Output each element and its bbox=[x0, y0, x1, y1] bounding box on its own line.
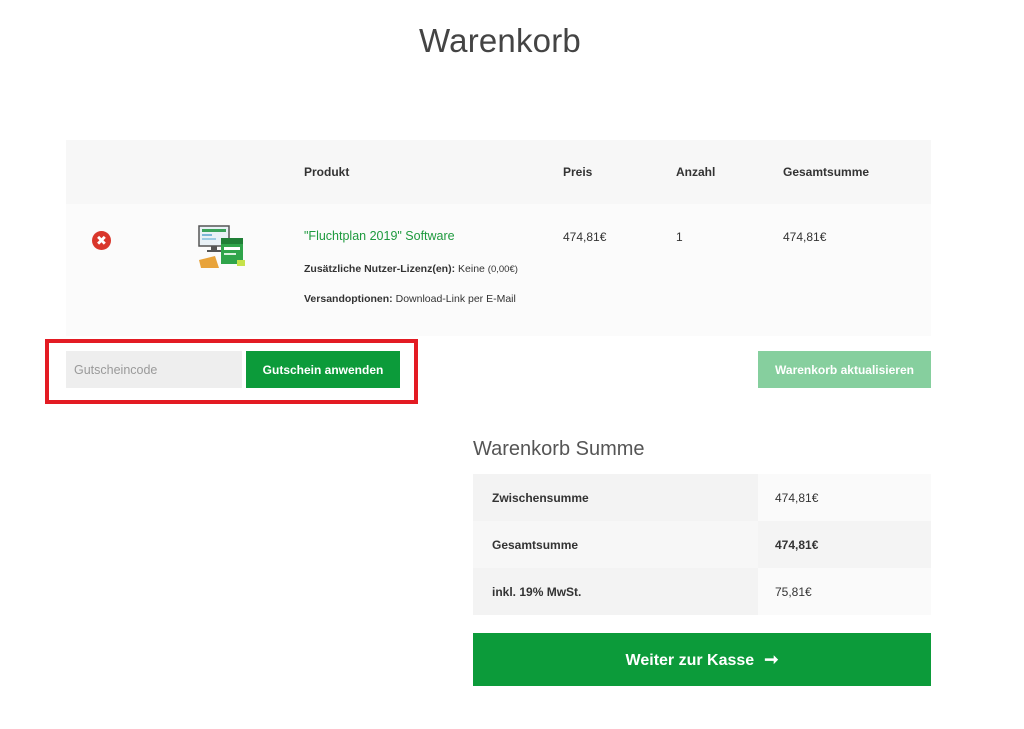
header-quantity: Anzahl bbox=[676, 165, 716, 179]
cart-totals-title: Warenkorb Summe bbox=[473, 438, 645, 460]
header-total: Gesamtsumme bbox=[783, 165, 870, 179]
shipping-label: Versandoptionen: bbox=[304, 293, 393, 305]
page-title: Warenkorb bbox=[419, 22, 581, 59]
arrow-right-icon: ➞ bbox=[764, 649, 779, 669]
product-thumbnail[interactable] bbox=[197, 224, 247, 270]
header-product: Produkt bbox=[304, 165, 350, 179]
subtotal-label: Zwischensumme bbox=[473, 474, 758, 521]
tax-row: inkl. 19% MwSt. 75,81€ bbox=[473, 568, 931, 615]
total-label: Gesamtsumme bbox=[473, 521, 758, 568]
license-option: Zusätzliche Nutzer-Lizenz(en): Keine (0,… bbox=[304, 263, 518, 275]
item-quantity[interactable]: 1 bbox=[676, 230, 683, 244]
license-value: Keine bbox=[458, 263, 485, 275]
item-total: 474,81€ bbox=[783, 230, 827, 244]
apply-coupon-button[interactable]: Gutschein anwenden bbox=[246, 351, 400, 388]
license-label: Zusätzliche Nutzer-Lizenz(en): bbox=[304, 263, 456, 275]
cart-table-header: Produkt Preis Anzahl Gesamtsumme bbox=[66, 140, 931, 204]
coupon-code-input[interactable] bbox=[66, 351, 242, 388]
update-cart-button[interactable]: Warenkorb aktualisieren bbox=[758, 351, 931, 388]
remove-item-icon[interactable]: ✖ bbox=[92, 231, 111, 250]
cart-totals-table: Zwischensumme 474,81€ Gesamtsumme 474,81… bbox=[473, 474, 931, 615]
total-value: 474,81€ bbox=[758, 521, 931, 568]
table-row: ✖ "Fluchtplan 2019" Software Zusätzliche… bbox=[66, 204, 931, 336]
shipping-value: Download-Link per E-Mail bbox=[395, 293, 516, 305]
product-name-link[interactable]: "Fluchtplan 2019" Software bbox=[304, 229, 455, 243]
tax-value: 75,81€ bbox=[758, 568, 931, 615]
header-price: Preis bbox=[563, 165, 593, 179]
subtotal-row: Zwischensumme 474,81€ bbox=[473, 474, 931, 521]
total-row: Gesamtsumme 474,81€ bbox=[473, 521, 931, 568]
tax-label: inkl. 19% MwSt. bbox=[473, 568, 758, 615]
checkout-label: Weiter zur Kasse bbox=[625, 651, 755, 669]
license-price: (0,00€) bbox=[487, 264, 518, 275]
subtotal-value: 474,81€ bbox=[758, 474, 931, 521]
item-price: 474,81€ bbox=[563, 230, 607, 244]
cart-table: Produkt Preis Anzahl Gesamtsumme ✖ "Fluc… bbox=[66, 140, 931, 336]
proceed-to-checkout-button[interactable]: Weiter zur Kasse ➞ bbox=[473, 633, 931, 686]
shipping-option: Versandoptionen: Download-Link per E-Mai… bbox=[304, 293, 516, 305]
